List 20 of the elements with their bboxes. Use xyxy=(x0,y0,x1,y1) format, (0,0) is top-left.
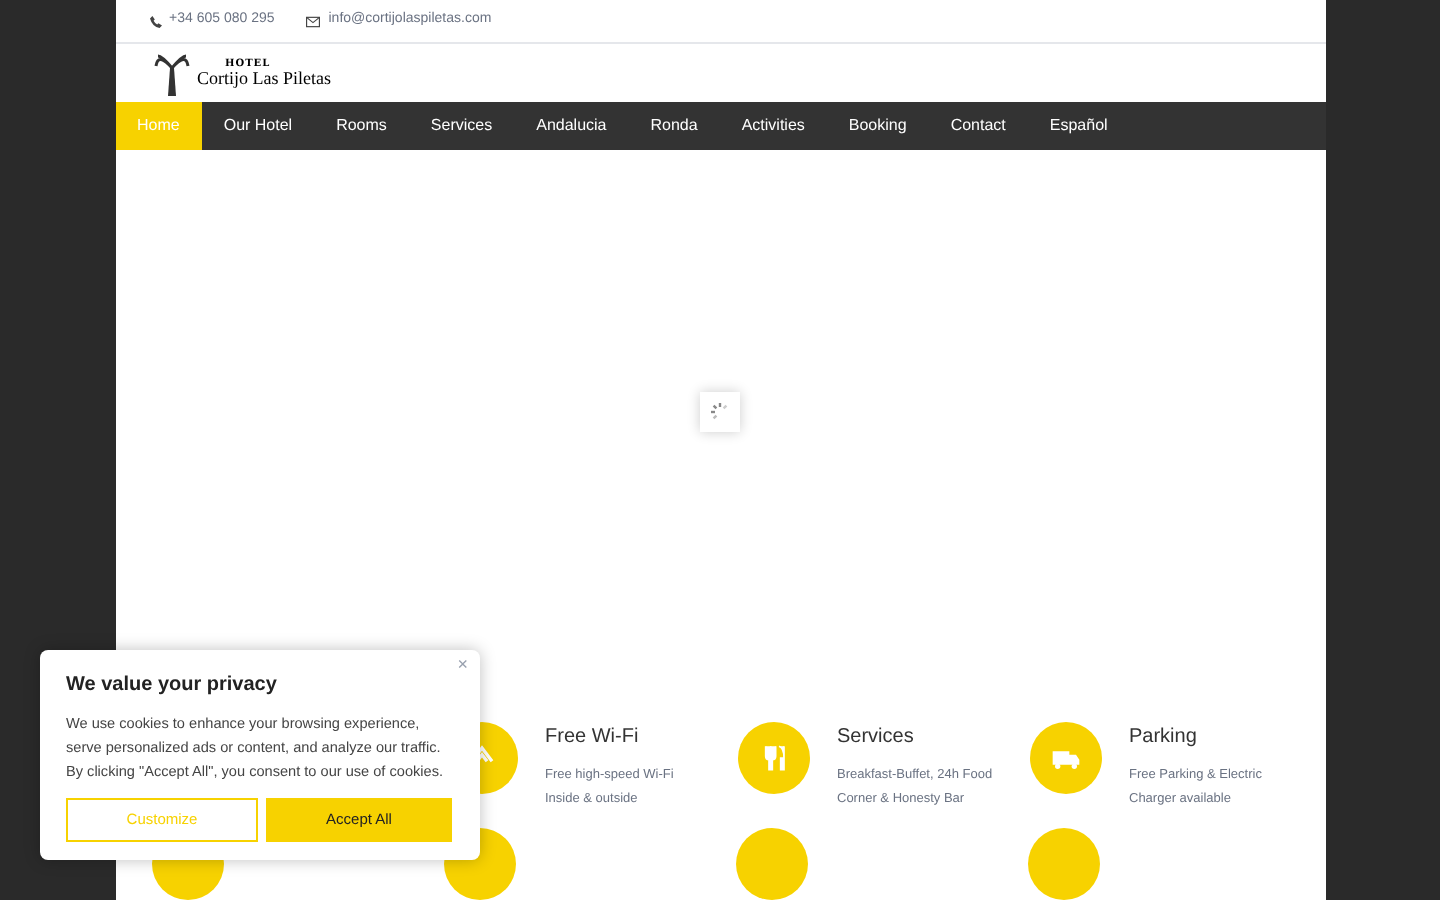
nav-link[interactable]: Activities xyxy=(719,102,827,151)
truck-icon xyxy=(1029,722,1101,794)
cookie-title: We value your privacy xyxy=(66,672,279,700)
nav-link[interactable]: Español xyxy=(1027,102,1130,151)
nav-link[interactable]: Andalucia xyxy=(514,102,629,151)
palm-tree-logo-icon[interactable] xyxy=(153,51,189,96)
logo-name[interactable]: Cortijo Las Piletas xyxy=(197,69,331,88)
feature-title: Parking xyxy=(1129,724,1199,752)
feature-title: Services xyxy=(837,724,916,752)
loading-spinner-icon xyxy=(700,392,740,433)
nav-link[interactable]: Contact xyxy=(928,102,1028,151)
fork-and-knife-icon xyxy=(737,722,809,794)
nav-link[interactable]: Booking xyxy=(826,102,929,151)
nav-link[interactable]: Rooms xyxy=(314,102,409,151)
nav-link[interactable]: Services xyxy=(408,102,515,151)
envelope-icon xyxy=(306,15,321,28)
phone-icon xyxy=(149,15,161,28)
feature-title: Free Wi-Fi xyxy=(545,724,641,752)
nav-link[interactable]: Ronda xyxy=(628,102,720,151)
nav-link[interactable]: Our Hotel xyxy=(201,102,315,151)
